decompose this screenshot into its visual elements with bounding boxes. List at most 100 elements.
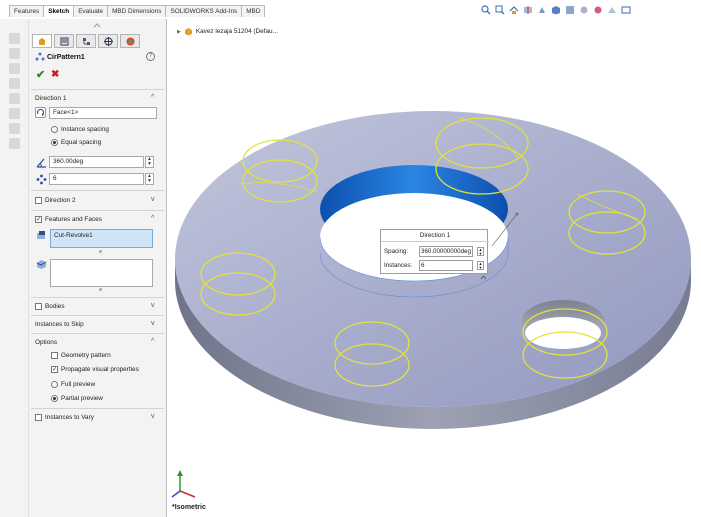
instances-to-vary-header[interactable]: Instances to Vary — [45, 414, 94, 421]
feature-tree-root[interactable]: ▶ Kavez lezaja 51204 (Defau... — [177, 27, 278, 36]
resize-handle[interactable] — [99, 250, 102, 253]
instances-to-vary-checkbox[interactable] — [35, 414, 42, 421]
chevron-up-icon[interactable]: ^ — [151, 215, 154, 222]
callout-collapse-icon[interactable] — [480, 275, 487, 280]
propagate-visual-checkbox[interactable]: ✓ — [51, 366, 58, 373]
view-orientation-icon[interactable] — [551, 5, 561, 15]
tab-mbd-dimensions[interactable]: MBD Dimensions — [107, 5, 167, 17]
instances-to-skip-header[interactable]: Instances to Skip — [35, 321, 84, 328]
leader-end — [515, 212, 519, 216]
command-manager-tabbar: Features Sketch Evaluate MBD Dimensions … — [0, 0, 701, 19]
direction2-checkbox[interactable] — [35, 197, 42, 204]
geometry-pattern-checkbox[interactable] — [51, 352, 58, 359]
bodies-checkbox[interactable] — [35, 303, 42, 310]
expand-arrow-icon[interactable]: ▶ — [177, 29, 181, 35]
tree-root-label: Kavez lezaja 51204 (Defau... — [195, 28, 278, 35]
chevron-up-icon[interactable]: ^ — [151, 338, 154, 345]
instance-spacing-radio[interactable] — [51, 126, 58, 133]
full-preview-label: Full preview — [61, 381, 96, 388]
equal-spacing-radio[interactable] — [51, 139, 58, 146]
direction1-header[interactable]: Direction 1 — [35, 95, 67, 102]
section-view-icon[interactable] — [523, 5, 533, 15]
chevron-down-icon[interactable]: v — [151, 413, 155, 420]
callout-instances-label: Instances: — [384, 262, 413, 269]
dimxpert-tab-icon[interactable] — [98, 34, 118, 48]
features-to-pattern-list[interactable]: Cut-Revolve1 — [50, 229, 153, 248]
divider — [31, 190, 164, 191]
tool-icon[interactable] — [9, 93, 20, 104]
small-hole-bottom — [525, 317, 601, 349]
angle-field[interactable]: 360.00deg — [49, 156, 144, 168]
divider — [31, 315, 164, 316]
manager-tabs — [32, 34, 162, 48]
options-header[interactable]: Options — [35, 339, 57, 346]
tool-icon[interactable] — [9, 63, 20, 74]
equal-spacing-label: Equal spacing — [61, 139, 102, 146]
feature-manager-tab-icon[interactable] — [32, 34, 52, 48]
view-settings-icon[interactable] — [621, 5, 631, 15]
cancel-x-icon[interactable]: ✖ — [51, 70, 59, 80]
heads-up-view-toolbar — [481, 5, 631, 15]
configuration-manager-tab-icon[interactable] — [76, 34, 96, 48]
list-item[interactable]: Cut-Revolve1 — [54, 232, 93, 239]
partial-preview-radio[interactable] — [51, 395, 58, 402]
angle-spinner[interactable]: ▲ ▼ — [145, 156, 154, 168]
chevron-down-icon[interactable]: v — [151, 320, 155, 327]
search-icon[interactable] — [481, 5, 491, 15]
tool-icon[interactable] — [9, 78, 20, 89]
reverse-direction-icon[interactable] — [35, 107, 46, 118]
direction1-callout[interactable]: Direction 1 Spacing: 360.00000000deg ▲ ▼ … — [380, 229, 489, 274]
view-orientation-label: *Isometric — [172, 504, 206, 511]
previous-view-icon[interactable] — [509, 5, 519, 15]
dynamic-annotation-icon[interactable] — [537, 5, 547, 15]
direction2-header[interactable]: Direction 2 — [45, 197, 76, 204]
tab-evaluate[interactable]: Evaluate — [73, 5, 109, 17]
tab-solidworks-addins[interactable]: SOLIDWORKS Add-Ins — [165, 5, 243, 17]
faces-to-pattern-list[interactable] — [50, 259, 153, 287]
full-preview-radio[interactable] — [51, 381, 58, 388]
callout-spacing-label: Spacing: — [384, 248, 409, 255]
tool-icon[interactable] — [9, 138, 20, 149]
callout-instances-field[interactable]: 6 — [419, 260, 473, 271]
display-style-icon[interactable] — [565, 5, 575, 15]
resize-handle[interactable] — [99, 288, 102, 291]
apply-scene-icon[interactable] — [607, 5, 617, 15]
graphics-area[interactable]: ▶ Kavez lezaja 51204 (Defau... Direction… — [167, 19, 701, 517]
callout-spacing-spinner[interactable]: ▲ ▼ — [477, 247, 484, 256]
instances-icon — [36, 174, 47, 185]
divider — [381, 241, 489, 242]
instances-spinner[interactable]: ▲ ▼ — [145, 173, 154, 185]
tab-sketch[interactable]: Sketch — [43, 5, 75, 17]
help-icon[interactable]: ? — [146, 52, 155, 61]
bodies-header[interactable]: Bodies — [45, 303, 65, 310]
collapse-arrow-icon[interactable] — [93, 23, 101, 28]
task-pane-strip — [0, 19, 29, 517]
faces-to-pattern-icon — [36, 260, 47, 269]
zoom-area-icon[interactable] — [495, 5, 505, 15]
tool-icon[interactable] — [9, 48, 20, 59]
pattern-axis-field[interactable]: Face<1> — [49, 107, 157, 119]
chevron-down-icon[interactable]: v — [151, 302, 155, 309]
chevron-up-icon[interactable]: ^ — [151, 94, 154, 101]
tool-icon[interactable] — [9, 108, 20, 119]
hide-show-icon[interactable] — [579, 5, 589, 15]
callout-instances-spinner[interactable]: ▲ ▼ — [477, 261, 484, 270]
edit-appearance-icon[interactable] — [593, 5, 603, 15]
tool-icon[interactable] — [9, 33, 20, 44]
display-manager-tab-icon[interactable] — [120, 34, 140, 48]
part-icon — [184, 28, 192, 36]
tab-mbd[interactable]: MBD — [241, 5, 266, 17]
tab-features[interactable]: Features — [9, 5, 45, 17]
instances-field[interactable]: 6 — [49, 173, 144, 185]
divider — [31, 333, 164, 334]
property-manager-tab-icon[interactable] — [54, 34, 74, 48]
tool-icon[interactable] — [9, 123, 20, 134]
features-faces-checkbox[interactable]: ✓ — [35, 216, 42, 223]
divider — [31, 89, 164, 90]
callout-spacing-field[interactable]: 360.00000000deg — [419, 246, 473, 257]
propagate-visual-label: Propagate visual properties — [61, 366, 139, 373]
callout-title: Direction 1 — [419, 232, 451, 239]
features-faces-header[interactable]: Features and Faces — [45, 216, 102, 223]
chevron-down-icon[interactable]: v — [151, 196, 155, 203]
ok-check-icon[interactable]: ✔ — [36, 70, 45, 81]
